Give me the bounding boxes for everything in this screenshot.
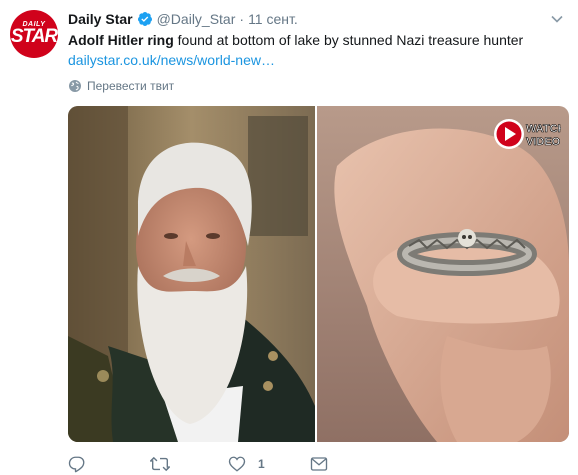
avatar[interactable]: DAILY STAR (10, 10, 58, 58)
like-count: 1 (258, 457, 265, 471)
reply-button[interactable] (68, 455, 98, 473)
globe-icon (69, 80, 81, 92)
tweet-actions: 1 (68, 455, 548, 475)
chevron-down-icon[interactable] (550, 12, 564, 26)
translate-tweet-button[interactable]: Перевести твит (68, 78, 174, 94)
tweet-card[interactable]: DAILY STAR Daily Star @Daily_Star · 11 с… (0, 0, 578, 475)
envelope-icon (310, 457, 328, 471)
author-handle[interactable]: @Daily_Star (157, 11, 236, 27)
reply-icon (68, 456, 85, 473)
direct-message-button[interactable] (310, 455, 340, 473)
retweet-icon (150, 456, 170, 472)
avatar-logo-bottom: STAR (10, 25, 58, 47)
author-name[interactable]: Daily Star (68, 11, 133, 27)
like-button[interactable]: 1 (228, 455, 265, 473)
tweet-text-bold: Adolf Hitler ring (68, 32, 174, 48)
watch-video-badge[interactable]: WATCH VIDEO (491, 114, 561, 154)
tweet-header: Daily Star @Daily_Star · 11 сент. (68, 10, 298, 28)
tweet-text-body: found at bottom of lake by stunned Nazi … (173, 32, 524, 48)
separator-dot: · (239, 11, 245, 27)
media-grid[interactable]: WATCH VIDEO (68, 106, 569, 442)
verified-badge-icon (137, 11, 153, 27)
watch-label-line2: VIDEO (526, 136, 561, 148)
tweet-text: Adolf Hitler ring found at bottom of lak… (68, 30, 568, 50)
heart-icon (228, 456, 246, 472)
media-photo-man[interactable] (68, 106, 315, 442)
translate-label: Перевести твит (87, 79, 175, 93)
article-link[interactable]: dailystar.co.uk/news/world-new… (68, 50, 275, 70)
media-photo-ring[interactable]: WATCH VIDEO (317, 106, 569, 442)
retweet-button[interactable] (150, 455, 182, 473)
tweet-timestamp[interactable]: 11 сент. (248, 11, 298, 27)
watch-label-line1: WATCH (526, 123, 561, 135)
